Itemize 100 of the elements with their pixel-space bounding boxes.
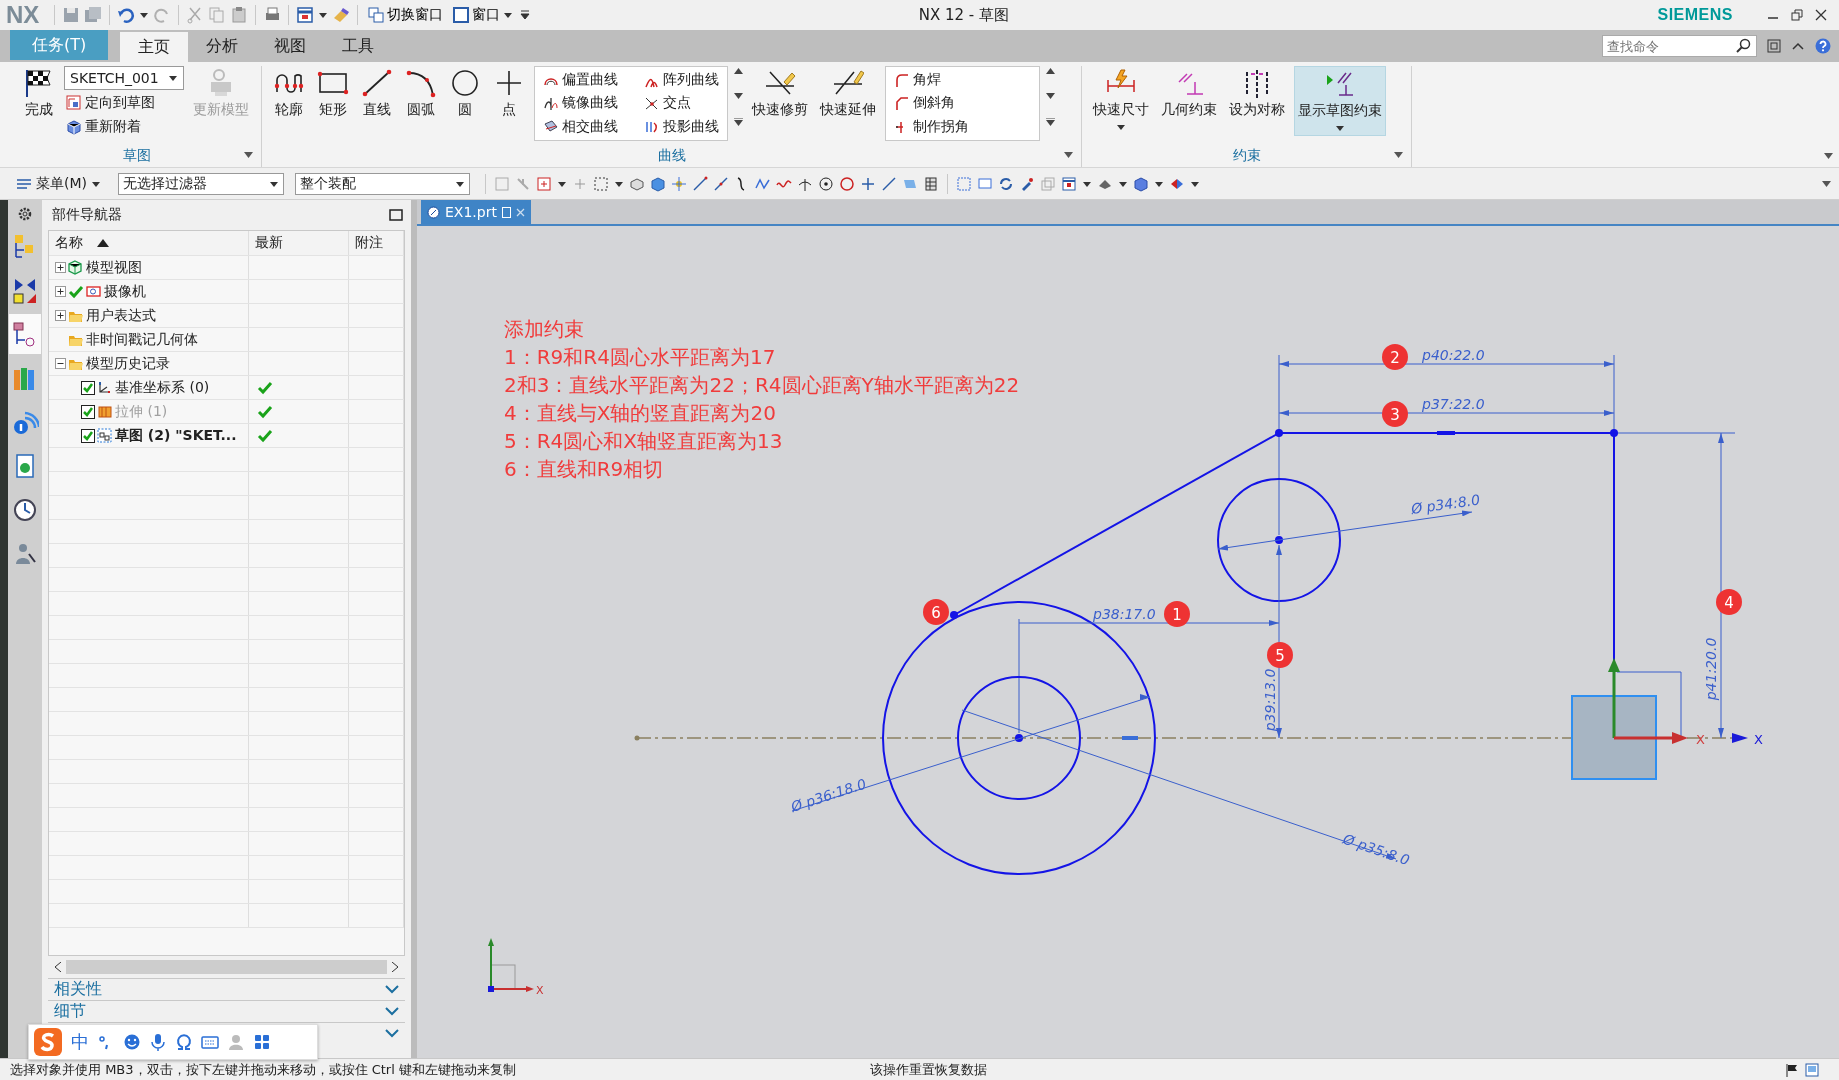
ribbon-tab[interactable]: 工具 [324,30,393,62]
gallery-command[interactable]: 制作拐角 [892,115,1033,138]
column-header[interactable]: 名称 [55,234,83,252]
ribbon-tab[interactable]: 分析 [188,30,257,62]
gallery-command[interactable]: 镜像曲线 [541,92,620,115]
constraint-tool-button[interactable]: 快速尺寸 [1090,66,1152,134]
close-icon[interactable] [1815,9,1827,21]
coordinate-system-drawing[interactable] [1571,658,1688,780]
gallery-command[interactable]: 阵列曲线 [642,69,721,92]
gallery-command[interactable]: 角焊 [892,69,1033,92]
scroll-down-icon[interactable] [1046,93,1055,99]
microphone-icon[interactable] [149,1033,167,1051]
panel-icon[interactable] [1805,1062,1819,1077]
edit-tool-button[interactable]: 快速延伸 [817,66,879,121]
gallery-command[interactable]: 交点 [642,92,721,115]
rotate-icon[interactable] [998,175,1014,192]
column-header[interactable]: 附注 [355,234,383,252]
flag-icon[interactable] [1785,1062,1799,1077]
dimension-label[interactable]: p40:22.0 [1422,347,1485,363]
snap-box-icon[interactable] [536,175,552,192]
sketch-point[interactable] [1275,536,1283,544]
sketch-tool-button[interactable]: 圆 [446,66,484,121]
expand-gallery-icon[interactable] [1046,118,1055,126]
sketch-tool-button[interactable]: 直线 [358,66,396,121]
search-field[interactable]: 查找命令 [1602,35,1757,57]
dimension-line[interactable] [1278,361,1615,367]
emoji-icon[interactable] [123,1033,141,1051]
apps-icon[interactable] [253,1033,271,1051]
scroll-up-icon[interactable] [1046,68,1055,74]
sketch-point[interactable] [1275,429,1283,437]
tree-item[interactable]: 非时间戳记几何体 [86,330,198,349]
panel-section-title[interactable]: 细节 [54,1001,86,1022]
grid-icon[interactable] [1061,175,1077,192]
dimension-label[interactable]: p39:13.0 [1262,668,1278,732]
assembly-scope-dropdown[interactable]: 整个装配 [295,172,470,195]
constraint-tool-button[interactable]: 设为对称 [1226,66,1288,121]
fullscreen-icon[interactable] [1767,39,1781,53]
sketch-circle[interactable] [1217,478,1341,602]
dimension-label[interactable]: p41:20.0 [1703,637,1719,701]
gallery-command[interactable]: 倒斜角 [892,92,1033,115]
dimension-label[interactable]: Ø p34:8.0 [1410,491,1481,517]
gallery-command[interactable]: 偏置曲线 [541,69,620,92]
scroll-down-icon[interactable] [734,93,743,99]
tangent-icon[interactable] [881,175,897,192]
dimension-label[interactable]: p38:17.0 [1093,606,1156,622]
help-icon[interactable] [1815,38,1831,54]
tree-item[interactable]: 模型历史记录 [86,354,170,373]
sketch-tool-button[interactable]: 轮廓 [270,66,308,121]
point-snap-icon[interactable] [671,175,687,192]
command-button[interactable]: 定向到草图 [64,92,184,114]
center-point-icon[interactable] [818,175,834,192]
edit-tool-button[interactable]: 快速修剪 [749,66,811,121]
settings-icon[interactable] [17,206,33,222]
finish-sketch-button[interactable]: 完成 [20,66,58,121]
tree-item[interactable]: 基准坐标系 (0) [115,378,210,397]
resource-tab[interactable] [9,314,41,354]
sketch-tool-button[interactable]: 点 [490,66,528,121]
expand-gallery-icon[interactable] [734,118,743,126]
checkbox[interactable] [81,428,95,443]
tree-item[interactable]: 草图 (2) "SKET... [115,426,237,445]
ribbon-tab[interactable]: 主页 [120,32,189,62]
expand-toggle-icon[interactable] [55,262,66,273]
gallery-command[interactable]: 投影曲线 [642,115,721,138]
sketch-point[interactable] [1610,429,1618,437]
shaded-cube-icon[interactable] [1133,175,1149,192]
maximize-icon[interactable] [389,209,403,221]
cube-icon[interactable] [650,175,666,192]
document-tab[interactable]: EX1.prt [421,200,531,224]
scroll-up-icon[interactable] [734,68,743,74]
input-mode-label[interactable]: 中 [71,1030,89,1054]
sketch-circle[interactable] [957,676,1081,800]
sketch-circle[interactable] [882,601,1156,875]
restore-icon[interactable] [1791,9,1803,21]
plus-icon[interactable] [860,175,876,192]
sketch-tool-button[interactable]: 矩形 [314,66,352,121]
dimension-line[interactable] [1718,432,1724,739]
window-menu-button[interactable]: 窗口 [450,6,517,24]
dimension-line[interactable] [791,694,1151,812]
checkbox[interactable] [81,404,95,419]
marquee-icon[interactable] [593,175,609,192]
tree-item[interactable]: 模型视图 [86,258,142,277]
tree-item[interactable]: 摄像机 [104,282,146,301]
panel-section-title[interactable]: 相关性 [54,979,102,1000]
collapse-toggle-icon[interactable] [55,358,66,369]
expand-toggle-icon[interactable] [55,310,66,321]
sketch-tool-button[interactable]: 圆弧 [402,66,440,121]
constraint-tool-button[interactable]: 显示草图约束 [1294,66,1386,136]
sketch-point[interactable] [1015,734,1023,742]
tree-item[interactable]: 用户表达式 [86,306,156,325]
line-mid-icon[interactable] [713,175,729,192]
sketch-point[interactable] [950,611,958,619]
expand-toggle-icon[interactable] [55,286,66,297]
dimension-label[interactable]: Ø p35:8.0 [1341,830,1412,869]
dimension-line[interactable] [1018,620,1280,626]
command-button[interactable]: 重新附着 [64,116,184,138]
ribbon-tab[interactable]: 视图 [256,30,325,62]
menu-button[interactable]: 菜单(M) [14,172,103,195]
keyboard-icon[interactable] [201,1033,219,1051]
sketch-name-dropdown[interactable]: SKETCH_001 [64,66,184,90]
gallery-command[interactable]: 相交曲线 [541,115,620,138]
